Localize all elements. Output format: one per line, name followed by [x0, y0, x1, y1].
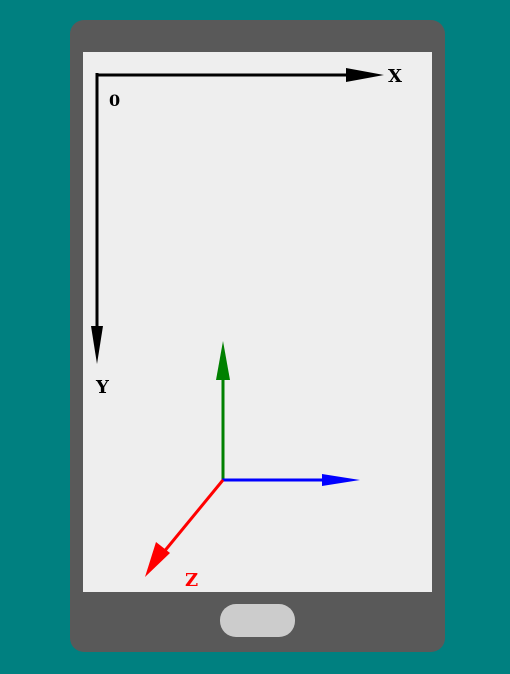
stage: 0 X Y Z — [0, 0, 510, 674]
z-axis-line — [161, 479, 225, 554]
screen-x-axis-label: X — [388, 66, 402, 87]
device-axes: Z — [145, 341, 360, 591]
screen-y-axis-arrowhead — [91, 326, 103, 364]
coordinate-diagram: 0 X Y Z — [91, 66, 402, 591]
origin-label: 0 — [109, 91, 120, 110]
screen-y-axis-label: Y — [95, 377, 110, 398]
vertical-axis-arrowhead — [216, 341, 230, 380]
z-axis-label: Z — [185, 570, 198, 591]
screen-axes: 0 X Y — [91, 66, 402, 398]
horizontal-axis-arrowhead — [322, 474, 360, 486]
screen-x-axis-arrowhead — [346, 68, 384, 82]
